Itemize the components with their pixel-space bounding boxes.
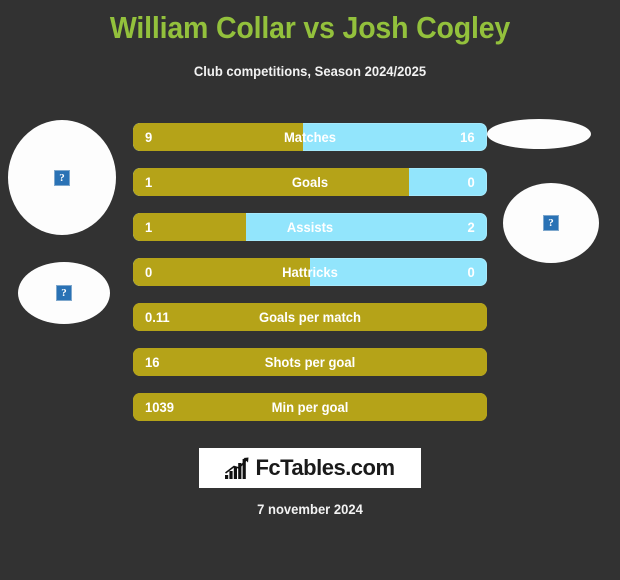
logo-text: FcTables.com [255,455,395,480]
stat-bar-list: 9 Matches 16 1 Goals 0 1 Assists 2 0 Hattricks 0 0.1… [133,123,487,438]
fctables-logo[interactable]: FcTables.com [199,448,421,488]
stat-away-value: 0 [467,174,475,190]
stat-bar: 0 Hattricks 0 [133,258,487,286]
stat-label: Min per goal [271,399,349,415]
stat-away-value: 2 [467,219,475,235]
stat-bar: 1039 Min per goal [133,393,487,421]
stat-bar: 0.11 Goals per match [133,303,487,331]
bar-chart-growth-icon [225,457,249,479]
stat-label: Goals per match [258,309,362,325]
stat-away-value: 0 [467,264,475,280]
stat-comparison-page: William Collar vs Josh Cogley Club compe… [0,0,620,580]
stat-bar: 9 Matches 16 [133,123,487,151]
stat-label: Matches [283,129,337,145]
stat-label: Goals [291,174,329,190]
stat-bar: 1 Goals 0 [133,168,487,196]
broken-image-icon: ? [56,285,72,301]
stat-label: Shots per goal [264,354,356,370]
stat-label: Hattricks [282,264,338,280]
generated-date: 7 november 2024 [257,501,363,517]
page-subtitle: Club competitions, Season 2024/2025 [193,63,427,79]
away-player-photo: ? [503,183,599,263]
stat-bar: 16 Shots per goal [133,348,487,376]
away-club-logo [487,119,591,149]
stat-bar: 1 Assists 2 [133,213,487,241]
home-player-photo: ? [8,120,116,235]
stat-away-value: 16 [460,129,475,145]
page-title: William Collar vs Josh Cogley [109,10,511,45]
home-club-logo: ? [18,262,110,324]
broken-image-icon: ? [543,215,559,231]
stat-label: Assists [286,219,334,235]
broken-image-icon: ? [54,169,70,186]
